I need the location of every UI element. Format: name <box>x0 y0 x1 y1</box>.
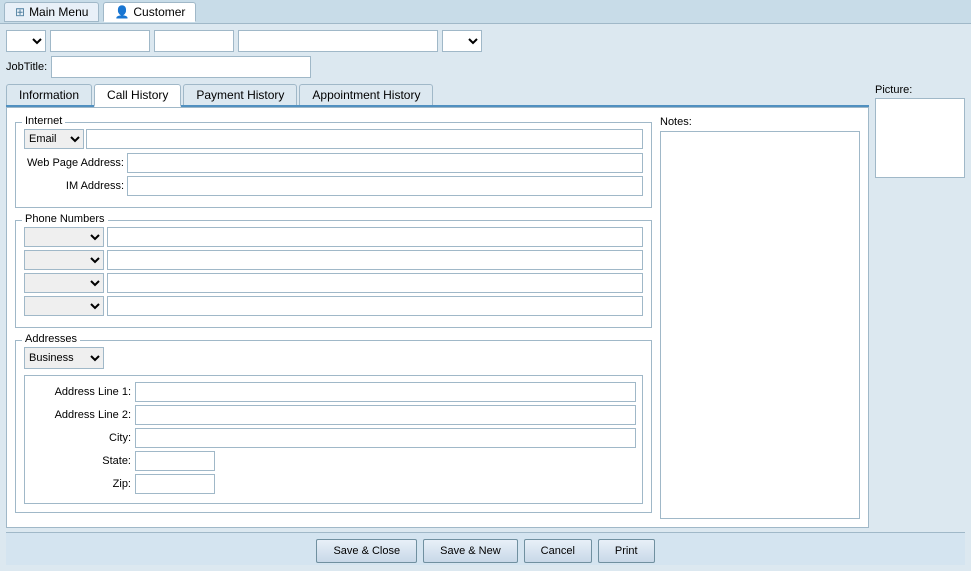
main-menu-label: Main Menu <box>29 5 88 19</box>
phone-row-2 <box>24 250 643 270</box>
tab-information[interactable]: Information <box>6 84 92 105</box>
zip-label: Zip: <box>31 478 131 490</box>
tab-payment-history[interactable]: Payment History <box>183 84 297 105</box>
jobtitle-label: JobTitle: <box>6 61 47 73</box>
tab-call-history[interactable]: Call History <box>94 84 181 107</box>
picture-panel: Picture: <box>875 84 965 528</box>
left-panel: Information Call History Payment History… <box>6 84 869 528</box>
state-row: State: <box>31 451 636 471</box>
address-line1-label: Address Line 1: <box>31 386 131 398</box>
tab-appointment-history[interactable]: Appointment History <box>299 84 433 105</box>
im-label: IM Address: <box>24 180 124 192</box>
middle-name-input[interactable] <box>154 30 234 52</box>
first-name-input[interactable] <box>50 30 150 52</box>
city-label: City: <box>31 432 131 444</box>
phone-row-4 <box>24 296 643 316</box>
address-line2-row: Address Line 2: <box>31 405 636 425</box>
phone-input-1[interactable] <box>107 227 643 247</box>
email-row: Email Work Home <box>24 129 643 149</box>
tab-main-menu[interactable]: ⊞ Main Menu <box>4 2 99 22</box>
content-area: Information Call History Payment History… <box>6 84 965 528</box>
tab-customer[interactable]: 👤 Customer <box>103 2 196 22</box>
main-menu-icon: ⊞ <box>15 5 25 19</box>
phone-type-3[interactable] <box>24 273 104 293</box>
jobtitle-row: JobTitle: <box>6 56 965 78</box>
address-line2-label: Address Line 2: <box>31 409 131 421</box>
customer-label: Customer <box>133 5 185 19</box>
tabs-container: Information Call History Payment History… <box>6 84 869 107</box>
internet-legend: Internet <box>22 115 65 127</box>
jobtitle-input[interactable] <box>51 56 311 78</box>
phone-legend: Phone Numbers <box>22 213 108 225</box>
address-line1-row: Address Line 1: <box>31 382 636 402</box>
prefix-select[interactable] <box>6 30 46 52</box>
phone-type-2[interactable] <box>24 250 104 270</box>
address-section: Addresses Business Home Other Address Li… <box>15 340 652 513</box>
last-name-input[interactable] <box>238 30 438 52</box>
zip-input[interactable] <box>135 474 215 494</box>
notes-textarea[interactable] <box>660 131 860 519</box>
phone-row-1 <box>24 227 643 247</box>
picture-label: Picture: <box>875 84 912 96</box>
phone-input-3[interactable] <box>107 273 643 293</box>
save-close-button[interactable]: Save & Close <box>316 539 417 563</box>
city-row: City: <box>31 428 636 448</box>
im-row: IM Address: <box>24 176 643 196</box>
phone-type-1[interactable] <box>24 227 104 247</box>
phone-input-2[interactable] <box>107 250 643 270</box>
webpage-input[interactable] <box>127 153 643 173</box>
phone-input-4[interactable] <box>107 296 643 316</box>
picture-box <box>875 98 965 178</box>
phone-section: Phone Numbers <box>15 220 652 328</box>
notes-label: Notes: <box>660 116 860 128</box>
webpage-row: Web Page Address: <box>24 153 643 173</box>
email-input[interactable] <box>86 129 643 149</box>
top-form-row <box>6 30 965 52</box>
phone-type-4[interactable] <box>24 296 104 316</box>
customer-icon: 👤 <box>114 5 129 19</box>
im-input[interactable] <box>127 176 643 196</box>
address-inner: Address Line 1: Address Line 2: City: <box>24 375 643 504</box>
address-legend: Addresses <box>22 333 80 345</box>
form-panel: Internet Email Work Home We <box>6 107 869 528</box>
print-button[interactable]: Print <box>598 539 655 563</box>
suffix-select[interactable] <box>442 30 482 52</box>
notes-panel: Notes: <box>660 116 860 519</box>
address-line2-input[interactable] <box>135 405 636 425</box>
phone-row-3 <box>24 273 643 293</box>
state-label: State: <box>31 455 131 467</box>
main-container: JobTitle: Information Call History Payme… <box>0 24 971 571</box>
city-input[interactable] <box>135 428 636 448</box>
webpage-label: Web Page Address: <box>24 157 124 169</box>
address-type-select[interactable]: Business Home Other <box>24 347 104 369</box>
zip-row: Zip: <box>31 474 636 494</box>
cancel-button[interactable]: Cancel <box>524 539 592 563</box>
state-input[interactable] <box>135 451 215 471</box>
left-col: Internet Email Work Home We <box>15 116 652 519</box>
bottom-buttons: Save & Close Save & New Cancel Print <box>6 532 965 565</box>
email-type-select[interactable]: Email Work Home <box>24 129 84 149</box>
address-line1-input[interactable] <box>135 382 636 402</box>
address-type-row: Business Home Other <box>24 347 643 369</box>
internet-section: Internet Email Work Home We <box>15 122 652 208</box>
save-new-button[interactable]: Save & New <box>423 539 518 563</box>
title-bar: ⊞ Main Menu 👤 Customer <box>0 0 971 24</box>
